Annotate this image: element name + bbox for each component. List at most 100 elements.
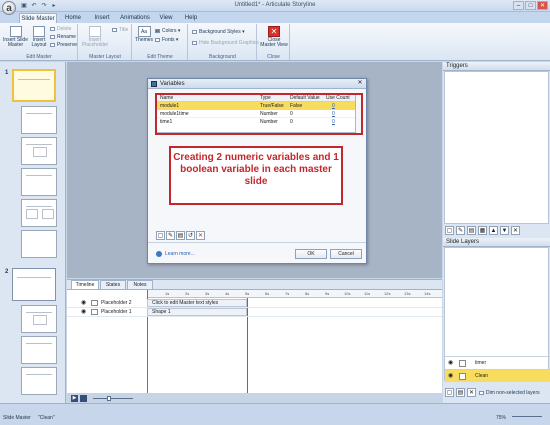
fonts-button[interactable]: Fonts ▾ [155,37,178,43]
cancel-button[interactable]: Cancel [330,249,362,259]
timeline-panel: Timeline States Notes 1s 2s 3s 4s 5s 6s … [67,279,442,404]
ruler-tick: 11s [364,291,371,296]
rename-variable-icon[interactable]: ↺ [186,231,195,240]
tab-help[interactable]: Help [180,13,202,23]
thumbnail-layout[interactable] [21,367,57,395]
hide-background-checkbox-box [192,40,197,45]
colors-label: Colors [162,28,177,34]
delete-variable-icon[interactable]: ✕ [196,231,205,240]
group-edit-theme: Aa Themes Colors ▾ Fonts ▾ Edit Theme [133,24,188,60]
thumbnail-master-2[interactable] [12,268,56,301]
tab-slide-master[interactable]: Slide Master [19,13,57,23]
insert-placeholder-button[interactable]: Insert Placeholder [81,26,109,48]
lock-checkbox[interactable] [91,300,98,306]
layer-row[interactable]: ◉ timer [445,356,550,369]
move-down-icon[interactable]: ▼ [500,226,509,235]
background-styles-button[interactable]: Background Styles ▾ [192,29,245,35]
tab-home[interactable]: Home [60,13,86,23]
eye-icon[interactable]: ◉ [448,373,456,380]
eye-icon[interactable]: ◉ [448,360,456,367]
preserve-label: Preserve [57,42,78,48]
title-bar: a ▣ ↶ ↷ ▸ Untitled1* - Articulate Storyl… [0,0,550,15]
learn-more-link[interactable]: Learn more... [165,251,195,257]
hide-background-graphics-checkbox[interactable]: Hide Background Graphics [192,40,259,46]
zoom-slider[interactable] [93,398,133,399]
ruler-tick: 10s [344,291,351,296]
ruler-tick: 4s [225,291,230,296]
status-zoom-slider[interactable] [512,416,542,417]
themes-button[interactable]: Aa Themes [135,26,153,43]
delete-icon [50,26,55,31]
thumbnail-layout[interactable] [21,168,57,196]
new-variable-icon[interactable]: ▢ [156,231,165,240]
ruler-tick: 7s [285,291,290,296]
copy-variable-icon[interactable]: ▤ [176,231,185,240]
rename-button[interactable]: Rename [50,34,76,40]
ok-button[interactable]: OK [295,249,327,259]
delete-trigger-icon[interactable]: ✕ [511,226,520,235]
tab-insert[interactable]: Insert [89,13,115,23]
delete-layer-icon[interactable]: ✕ [467,388,476,397]
thumb-line [26,374,52,375]
triggers-header: Triggers [443,62,550,71]
insert-layout-button[interactable]: Insert Layout [30,26,48,48]
thumb-line [26,312,52,313]
timeline-row-label: Placeholder 1 [101,309,132,315]
dialog-close-icon[interactable]: ✕ [356,80,364,87]
zoom-slider-thumb[interactable] [107,396,111,401]
edit-trigger-icon[interactable]: ✎ [456,226,465,235]
minimize-button[interactable]: – [513,1,524,10]
thumb-line [26,206,52,207]
stop-icon[interactable] [80,395,87,402]
edit-variable-icon[interactable]: ✎ [166,231,175,240]
themes-icon: Aa [137,26,151,37]
layer-row-selected[interactable]: ◉ Clean [445,369,550,382]
thumbnail-layout[interactable] [21,305,57,333]
lock-checkbox[interactable] [91,309,98,315]
colors-button[interactable]: Colors ▾ [155,28,180,34]
eye-icon[interactable]: ◉ [81,309,89,315]
thumbnail-layout[interactable] [21,106,57,134]
tab-view[interactable]: View [155,13,177,23]
delete-label: Delete [57,26,72,32]
duplicate-layer-icon[interactable]: ▤ [456,388,465,397]
thumbnail-layout[interactable] [21,199,57,227]
copy-trigger-icon[interactable]: ▤ [467,226,476,235]
timeline-row[interactable]: ◉ Placeholder 2 Click to edit Master tex… [67,299,442,308]
tab-states[interactable]: States [100,280,126,289]
master-layout-group-label: Master Layout [89,54,121,60]
thumbnail-layout[interactable] [21,336,57,364]
paste-trigger-icon[interactable]: ▦ [478,226,487,235]
timeline-bar[interactable]: Click to edit Master text styles [147,299,247,307]
delete-button[interactable]: Delete [50,26,71,32]
dim-checkbox-box [479,390,484,395]
move-up-icon[interactable]: ▲ [489,226,498,235]
hide-background-label: Hide Background Graphics [199,40,259,46]
insert-slide-master-button[interactable]: Insert Slide Master [2,26,29,48]
close-master-icon: ✕ [268,26,280,37]
dim-layers-checkbox[interactable]: Dim non-selected layers [479,390,540,396]
close-window-button[interactable]: ✕ [537,1,548,10]
thumbnail-master-1[interactable] [12,69,56,102]
title-checkbox[interactable]: Title [112,27,128,33]
timeline-bar[interactable]: Shape 1 [147,308,247,316]
triggers-list[interactable] [444,71,549,224]
ribbon-tabs: Slide Master Home Insert Animations View… [0,12,550,23]
new-layer-icon[interactable]: ▢ [445,388,454,397]
play-icon[interactable]: ▶ [71,395,78,402]
thumbnail-layout[interactable] [21,230,57,258]
preserve-button[interactable]: Preserve [50,42,77,48]
eye-icon[interactable]: ◉ [81,300,89,306]
thumbnail-layout[interactable] [21,137,57,165]
close-master-view-button[interactable]: ✕ Close Master View [260,26,288,48]
triggers-toolbar: ▢ ✎ ▤ ▦ ▲ ▼ ✕ [445,226,520,235]
timeline-row[interactable]: ◉ Placeholder 1 Shape 1 [67,308,442,317]
group-master-layout: Insert Placeholder Title Master Layout [79,24,132,60]
maximize-button[interactable]: □ [525,1,536,10]
tab-animations[interactable]: Animations [118,13,152,23]
app-logo-button[interactable]: a [2,1,16,15]
annotation-callout: Creating 2 numeric variables and 1 boole… [169,146,343,205]
tab-notes[interactable]: Notes [127,280,153,289]
tab-timeline[interactable]: Timeline [71,280,99,289]
new-trigger-icon[interactable]: ▢ [445,226,454,235]
